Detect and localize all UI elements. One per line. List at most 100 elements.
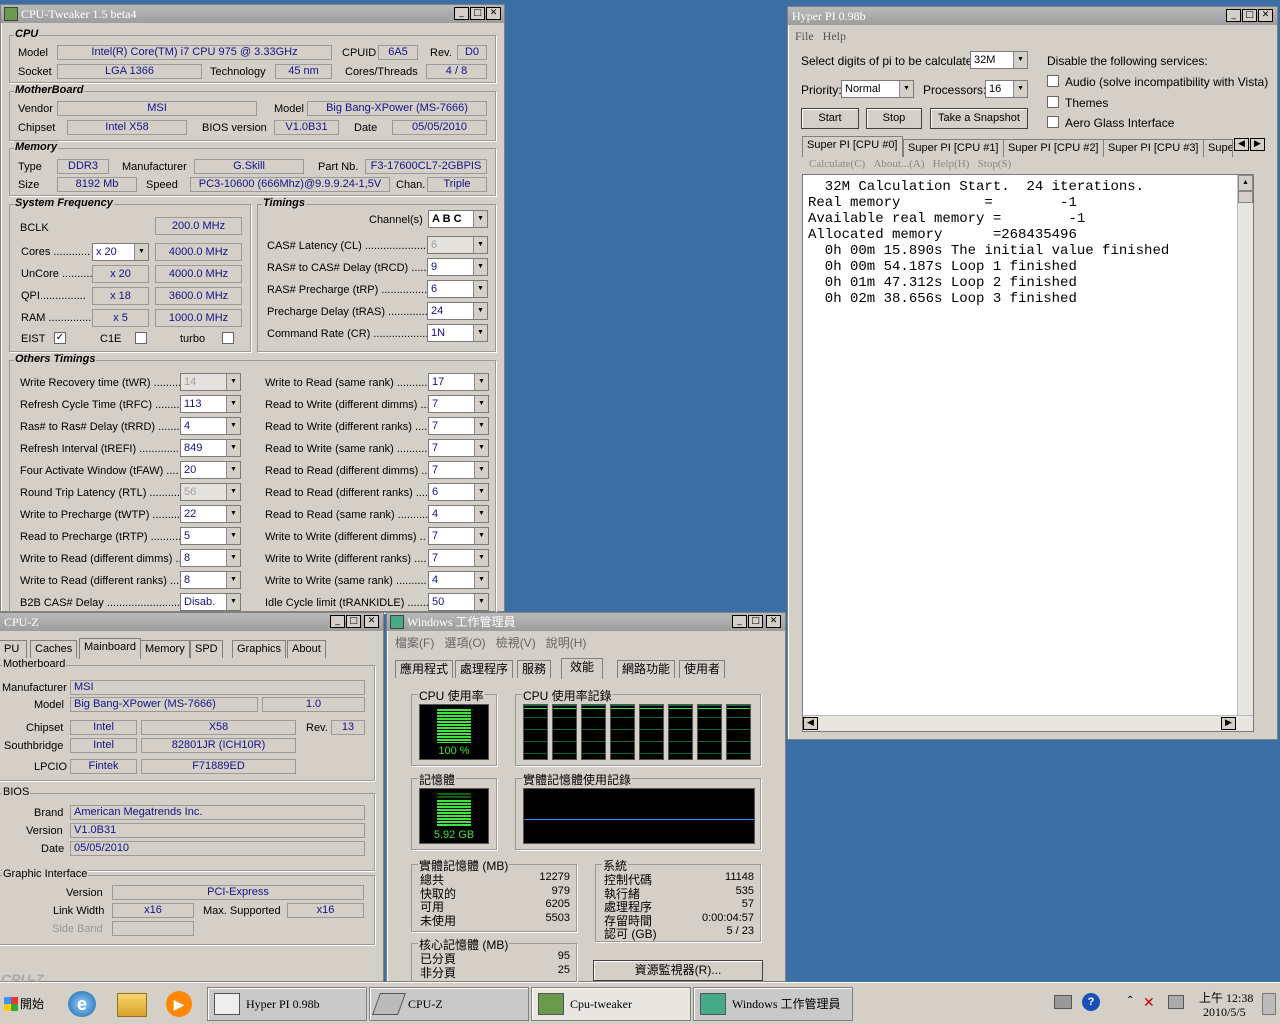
processors-select[interactable]: 16 ▼	[985, 80, 1028, 98]
snapshot-button[interactable]: Take a Snapshot	[930, 108, 1028, 129]
timing-select[interactable]: 7 ▼	[428, 395, 489, 413]
tab-cpu[interactable]: PU	[0, 640, 27, 658]
network-icon[interactable]	[1168, 995, 1184, 1009]
timing-select[interactable]: 113 ▼	[180, 395, 241, 413]
maximize-button[interactable]: □	[1242, 9, 1257, 22]
scroll-left-icon[interactable]: ◀	[803, 717, 818, 730]
taskmgr-window[interactable]: Windows 工作管理員 _ □ ✕ 檔案(F) 選項(O) 檢視(V) 說明(H…	[386, 612, 786, 983]
turbo-checkbox[interactable]	[222, 332, 234, 344]
chevron-down-icon[interactable]: ▼	[473, 325, 487, 341]
clock-time[interactable]: 上午 12:38	[1199, 989, 1253, 1006]
close-button[interactable]: ✕	[1258, 9, 1273, 22]
timing-select[interactable]: 14 ▼	[180, 373, 241, 391]
cputweaker-titlebar[interactable]: CPU-Tweaker 1.5 beta4 _ □ ✕	[1, 5, 504, 23]
timing-select[interactable]: 7 ▼	[428, 417, 489, 435]
chevron-down-icon[interactable]: ▼	[473, 303, 487, 319]
chevron-down-icon[interactable]: ▼	[226, 528, 240, 544]
eist-checkbox[interactable]: ✓	[54, 332, 66, 344]
priority-select[interactable]: Normal ▼	[841, 80, 914, 98]
chevron-down-icon[interactable]: ▼	[474, 374, 488, 390]
media-player-icon[interactable]: ▶	[166, 991, 192, 1017]
resource-monitor-button[interactable]: 資源監視器(R)...	[593, 960, 763, 981]
h-scrollbar[interactable]: ◀ ▶	[803, 715, 1253, 731]
timing-select[interactable]: 24 ▼	[427, 302, 488, 320]
speaker-muted-icon[interactable]: ✕	[1143, 994, 1155, 1011]
chevron-down-icon[interactable]: ▼	[226, 506, 240, 522]
timing-select[interactable]: 7 ▼	[428, 439, 489, 457]
scroll-thumb[interactable]	[1238, 191, 1253, 203]
taskbar-item-taskmgr[interactable]: Windows 工作管理員	[693, 987, 853, 1021]
chevron-down-icon[interactable]: ▼	[474, 528, 488, 544]
chevron-down-icon[interactable]: ▼	[226, 594, 240, 610]
themes-checkbox[interactable]	[1047, 96, 1059, 108]
ie-icon[interactable]: e	[68, 991, 96, 1017]
cores-multiplier-select[interactable]: x 20 ▼	[92, 243, 149, 261]
timing-select[interactable]: 4 ▼	[428, 571, 489, 589]
timing-select[interactable]: 6 ▼	[428, 483, 489, 501]
chevron-down-icon[interactable]: ▼	[474, 418, 488, 434]
tab-performance[interactable]: 效能	[561, 658, 604, 679]
menu-options[interactable]: 選項(O)	[444, 636, 485, 650]
chevron-down-icon[interactable]: ▼	[473, 211, 487, 227]
timing-select[interactable]: 8 ▼	[180, 571, 241, 589]
timing-select[interactable]: 6 ▼	[427, 236, 488, 254]
timing-select[interactable]: 8 ▼	[180, 549, 241, 567]
timing-select[interactable]: 22 ▼	[180, 505, 241, 523]
chevron-down-icon[interactable]: ▼	[134, 244, 148, 260]
timing-select[interactable]: 9 ▼	[427, 258, 488, 276]
stop-button[interactable]: Stop	[866, 108, 922, 129]
menu-help[interactable]: Help(H)	[933, 158, 970, 170]
minimize-button[interactable]: _	[330, 615, 345, 628]
chevron-down-icon[interactable]: ▼	[474, 396, 488, 412]
start-button[interactable]: Start	[801, 108, 859, 129]
hyperpi-titlebar[interactable]: Hyper PI 0.98b _ □ ✕	[788, 7, 1277, 25]
tab-networking[interactable]: 網路功能	[617, 660, 676, 678]
scroll-up-icon[interactable]: ▲	[1238, 175, 1253, 191]
menu-about[interactable]: About...(A)	[873, 158, 924, 170]
maximize-button[interactable]: □	[748, 615, 763, 628]
cputweaker-window[interactable]: CPU-Tweaker 1.5 beta4 _ □ ✕ CPU Model Inte…	[0, 4, 505, 613]
chevron-down-icon[interactable]: ▼	[226, 396, 240, 412]
hyperpi-window[interactable]: Hyper PI 0.98b _ □ ✕ File Help Select digi…	[787, 6, 1278, 740]
chevron-down-icon[interactable]: ▼	[226, 440, 240, 456]
timing-select[interactable]: 20 ▼	[180, 461, 241, 479]
tab-cpu2[interactable]: Super PI [CPU #2]	[1003, 139, 1104, 157]
chevron-down-icon[interactable]: ▼	[226, 550, 240, 566]
cpuz-titlebar[interactable]: CPU-Z _ □ ✕	[0, 613, 383, 631]
chevron-up-icon[interactable]: ⌃	[1126, 995, 1134, 1006]
menu-stop[interactable]: Stop(S)	[978, 158, 1012, 170]
close-button[interactable]: ✕	[766, 615, 781, 628]
chevron-down-icon[interactable]: ▼	[226, 418, 240, 434]
tab-processes[interactable]: 處理程序	[455, 660, 514, 678]
minimize-button[interactable]: _	[454, 7, 469, 20]
cpuz-window[interactable]: CPU-Z _ □ ✕ PU Caches Mainboard Memory SPD…	[0, 612, 384, 987]
timing-select[interactable]: 4 ▼	[180, 417, 241, 435]
chevron-down-icon[interactable]: ▼	[474, 462, 488, 478]
tab-services[interactable]: 服務	[517, 660, 552, 678]
chevron-down-icon[interactable]: ▼	[474, 440, 488, 456]
show-desktop-button[interactable]	[1262, 993, 1276, 1015]
aero-checkbox[interactable]	[1047, 116, 1059, 128]
timing-select[interactable]: 7 ▼	[428, 549, 489, 567]
taskmgr-titlebar[interactable]: Windows 工作管理員 _ □ ✕	[387, 613, 785, 631]
tab-memory[interactable]: Memory	[140, 640, 190, 658]
timing-select[interactable]: 56 ▼	[180, 483, 241, 501]
chevron-down-icon[interactable]: ▼	[474, 506, 488, 522]
start-button[interactable]: 開始	[2, 988, 50, 1020]
tab-users[interactable]: 使用者	[679, 660, 726, 678]
digits-select[interactable]: 32M ▼	[970, 51, 1028, 69]
maximize-button[interactable]: □	[470, 7, 485, 20]
close-button[interactable]: ✕	[364, 615, 379, 628]
tab-applications[interactable]: 應用程式	[395, 660, 454, 678]
chevron-down-icon[interactable]: ▼	[473, 237, 487, 253]
chevron-down-icon[interactable]: ▼	[226, 374, 240, 390]
timing-select[interactable]: 4 ▼	[428, 505, 489, 523]
chevron-down-icon[interactable]: ▼	[226, 572, 240, 588]
tab-scroll-left[interactable]: ◀	[1234, 138, 1249, 151]
tab-mainboard[interactable]: Mainboard	[79, 638, 141, 659]
tab-cpu4[interactable]: Supe	[1203, 139, 1233, 157]
taskbar-item-hyperpi[interactable]: Hyper PI 0.98b	[207, 987, 367, 1021]
tab-cpu3[interactable]: Super PI [CPU #3]	[1103, 139, 1204, 157]
v-scrollbar[interactable]: ▲	[1237, 175, 1253, 715]
menu-view[interactable]: 檢視(V)	[496, 636, 536, 650]
